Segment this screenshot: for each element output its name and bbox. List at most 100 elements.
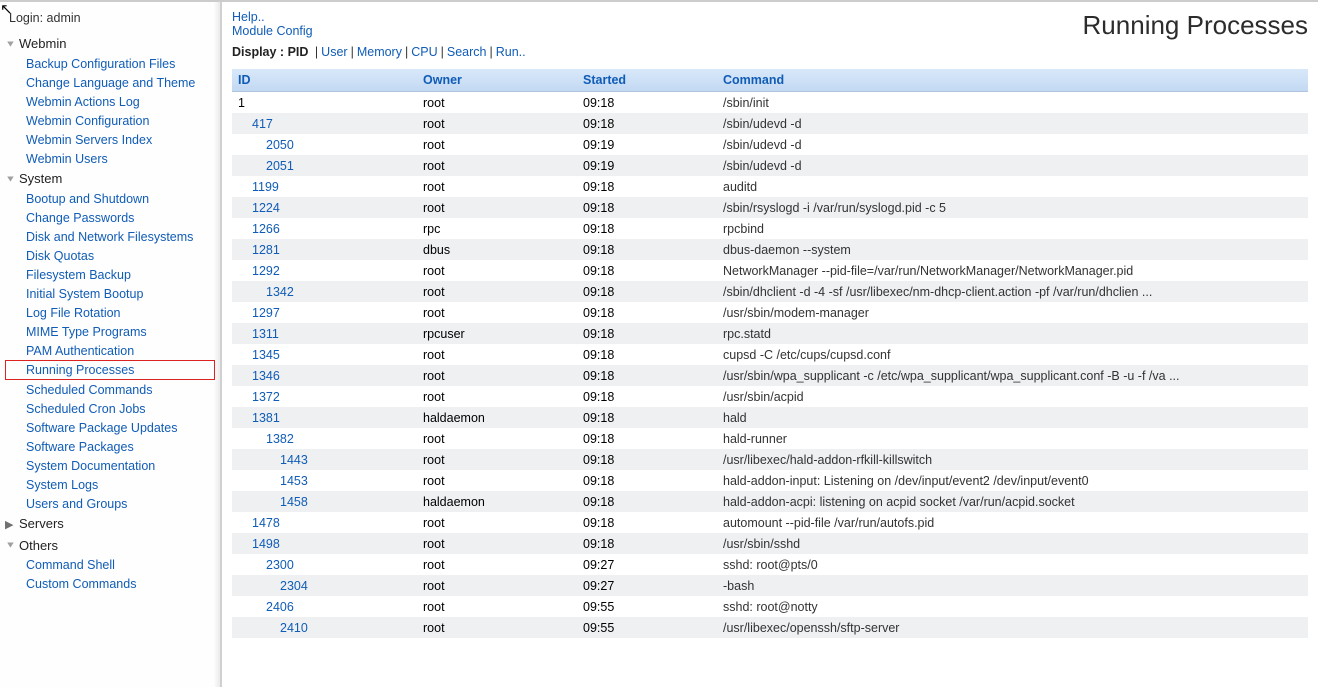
module-config-link[interactable]: Module Config	[232, 24, 313, 38]
owner-cell: root	[417, 386, 577, 407]
pid-link[interactable]: 1224	[252, 201, 280, 215]
pid-link[interactable]: 1381	[252, 411, 280, 425]
pid-link[interactable]: 417	[252, 117, 273, 131]
nav-item[interactable]: Webmin Servers Index	[5, 130, 215, 149]
nav-item[interactable]: Webmin Configuration	[5, 111, 215, 130]
started-cell: 09:18	[577, 92, 717, 114]
nav-item[interactable]: Command Shell	[5, 556, 215, 575]
started-cell: 09:27	[577, 554, 717, 575]
pid-link[interactable]: 1346	[252, 369, 280, 383]
nav-item[interactable]: Log File Rotation	[5, 303, 215, 322]
command-cell: /usr/sbin/sshd	[717, 533, 1308, 554]
nav-item[interactable]: System Logs	[5, 475, 215, 494]
pid-link[interactable]: 1453	[280, 474, 308, 488]
started-cell: 09:18	[577, 197, 717, 218]
pid-link[interactable]: 1382	[266, 432, 294, 446]
owner-cell: root	[417, 344, 577, 365]
pid-link[interactable]: 2051	[266, 159, 294, 173]
display-option-run[interactable]: Run..	[496, 45, 526, 59]
started-cell: 09:18	[577, 176, 717, 197]
category-system[interactable]: System	[5, 168, 215, 189]
nav-item[interactable]: Initial System Bootup	[5, 284, 215, 303]
started-cell: 09:18	[577, 470, 717, 491]
nav-item[interactable]: System Documentation	[5, 456, 215, 475]
col-id[interactable]: ID	[232, 69, 417, 92]
owner-cell: root	[417, 554, 577, 575]
owner-cell: root	[417, 617, 577, 638]
nav-item[interactable]: Change Passwords	[5, 208, 215, 227]
started-cell: 09:18	[577, 512, 717, 533]
pid-link[interactable]: 1281	[252, 243, 280, 257]
nav-item[interactable]: Filesystem Backup	[5, 265, 215, 284]
pid-link[interactable]: 1342	[266, 285, 294, 299]
pid-link[interactable]: 1498	[252, 537, 280, 551]
table-row: 1453root09:18hald-addon-input: Listening…	[232, 470, 1308, 491]
pid-link[interactable]: 2300	[266, 558, 294, 572]
started-cell: 09:18	[577, 407, 717, 428]
nav-item[interactable]: Bootup and Shutdown	[5, 189, 215, 208]
started-cell: 09:18	[577, 302, 717, 323]
command-cell: /usr/sbin/wpa_supplicant -c /etc/wpa_sup…	[717, 365, 1308, 386]
command-cell: auditd	[717, 176, 1308, 197]
nav-item[interactable]: Webmin Users	[5, 149, 215, 168]
owner-cell: root	[417, 449, 577, 470]
table-row: 1224root09:18/sbin/rsyslogd -i /var/run/…	[232, 197, 1308, 218]
category-servers[interactable]: Servers	[5, 513, 215, 534]
started-cell: 09:18	[577, 281, 717, 302]
nav-item[interactable]: Software Packages	[5, 437, 215, 456]
table-row: 2410root09:55/usr/libexec/openssh/sftp-s…	[232, 617, 1308, 638]
display-option-user[interactable]: User	[321, 45, 347, 59]
col-started[interactable]: Started	[577, 69, 717, 92]
col-command[interactable]: Command	[717, 69, 1308, 92]
nav-item[interactable]: Scheduled Commands	[5, 380, 215, 399]
pid-link[interactable]: 2304	[280, 579, 308, 593]
pid-link[interactable]: 1311	[252, 327, 279, 341]
nav-item[interactable]: Webmin Actions Log	[5, 92, 215, 111]
nav-item[interactable]: Disk and Network Filesystems	[5, 227, 215, 246]
command-cell: NetworkManager --pid-file=/var/run/Netwo…	[717, 260, 1308, 281]
nav-item[interactable]: Scheduled Cron Jobs	[5, 399, 215, 418]
help-link[interactable]: Help..	[232, 10, 265, 24]
pid-link[interactable]: 2050	[266, 138, 294, 152]
owner-cell: root	[417, 533, 577, 554]
category-others[interactable]: Others	[5, 535, 215, 556]
nav-item[interactable]: Users and Groups	[5, 494, 215, 513]
started-cell: 09:55	[577, 596, 717, 617]
owner-cell: root	[417, 281, 577, 302]
chevron-down-icon	[5, 539, 19, 551]
nav-item[interactable]: Change Language and Theme	[5, 73, 215, 92]
pid-link[interactable]: 1266	[252, 222, 280, 236]
command-cell: rpc.statd	[717, 323, 1308, 344]
display-mode-row: Display : PID |User|Memory|CPU|Search|Ru…	[232, 45, 1308, 59]
chevron-down-icon	[5, 173, 19, 185]
pid-value: 1	[232, 92, 417, 114]
pid-link[interactable]: 1478	[252, 516, 280, 530]
separator: |	[438, 45, 447, 59]
pid-link[interactable]: 1345	[252, 348, 280, 362]
pid-link[interactable]: 2410	[280, 621, 308, 635]
nav-item[interactable]: Custom Commands	[5, 575, 215, 594]
pid-link[interactable]: 2406	[266, 600, 294, 614]
col-owner[interactable]: Owner	[417, 69, 577, 92]
display-option-memory[interactable]: Memory	[357, 45, 402, 59]
pid-link[interactable]: 1372	[252, 390, 280, 404]
category-webmin[interactable]: Webmin	[5, 33, 215, 54]
nav-item[interactable]: Software Package Updates	[5, 418, 215, 437]
nav-item[interactable]: Running Processes	[5, 360, 215, 380]
display-option-cpu[interactable]: CPU	[411, 45, 437, 59]
command-cell: -bash	[717, 575, 1308, 596]
nav-item[interactable]: MIME Type Programs	[5, 322, 215, 341]
started-cell: 09:18	[577, 260, 717, 281]
display-option-search[interactable]: Search	[447, 45, 487, 59]
nav-item[interactable]: Disk Quotas	[5, 246, 215, 265]
nav-item[interactable]: Backup Configuration Files	[5, 54, 215, 73]
table-row: 1266rpc09:18rpcbind	[232, 218, 1308, 239]
nav-item[interactable]: PAM Authentication	[5, 341, 215, 360]
table-row: 1345root09:18cupsd -C /etc/cups/cupsd.co…	[232, 344, 1308, 365]
pid-link[interactable]: 1443	[280, 453, 308, 467]
pid-link[interactable]: 1292	[252, 264, 280, 278]
pid-link[interactable]: 1297	[252, 306, 280, 320]
pid-link[interactable]: 1199	[252, 180, 279, 194]
nav-tree: WebminBackup Configuration FilesChange L…	[5, 33, 215, 594]
pid-link[interactable]: 1458	[280, 495, 308, 509]
